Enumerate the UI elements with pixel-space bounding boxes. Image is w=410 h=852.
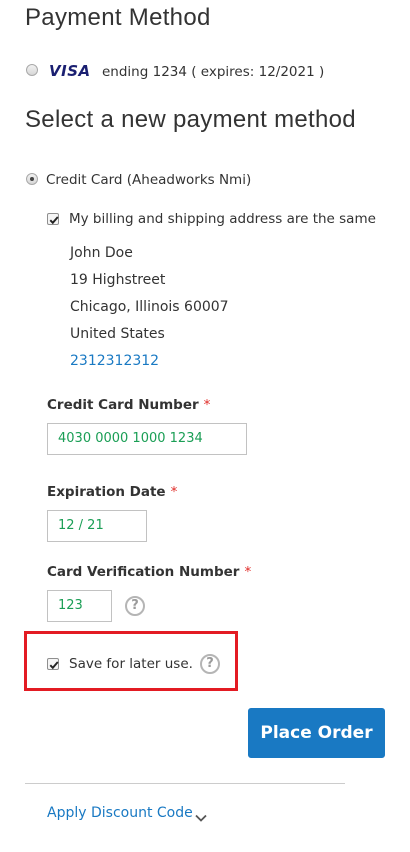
save-for-later-label[interactable]: Save for later use.	[69, 656, 193, 672]
address-phone-link[interactable]: 2312312312	[70, 353, 159, 369]
saved-card-details: ending 1234 ( expires: 12/2021 )	[102, 64, 325, 80]
chevron-down-icon[interactable]	[194, 808, 208, 822]
cc-number-label: Credit Card Number *	[47, 397, 210, 413]
cvv-input[interactable]: 123	[47, 590, 112, 622]
credit-card-method-radio[interactable]	[26, 173, 38, 185]
credit-card-method-label[interactable]: Credit Card (Aheadworks Nmi)	[46, 172, 251, 188]
address-name: John Doe	[70, 245, 133, 261]
checkmark-icon	[49, 661, 59, 670]
payment-method-heading: Payment Method	[25, 4, 211, 31]
expiration-label-text: Expiration Date	[47, 484, 166, 500]
checkmark-icon	[49, 216, 59, 225]
save-for-later-help-icon[interactable]: ?	[200, 654, 220, 674]
cvv-help-icon[interactable]: ?	[125, 596, 145, 616]
cc-number-input[interactable]: 4030 0000 1000 1234	[47, 423, 247, 455]
cvv-label-text: Card Verification Number	[47, 564, 240, 580]
visa-logo-icon: VISA	[49, 62, 91, 80]
place-order-button[interactable]: Place Order	[248, 708, 385, 758]
save-for-later-checkbox[interactable]	[47, 658, 59, 670]
address-city: Chicago, Illinois 60007	[70, 299, 229, 315]
same-address-checkbox[interactable]	[47, 213, 59, 225]
cc-number-label-text: Credit Card Number	[47, 397, 199, 413]
section-divider	[25, 783, 345, 784]
same-address-label[interactable]: My billing and shipping address are the …	[69, 211, 376, 227]
saved-card-radio[interactable]	[26, 64, 38, 76]
cvv-label: Card Verification Number *	[47, 564, 251, 580]
apply-discount-toggle[interactable]: Apply Discount Code	[47, 805, 193, 821]
address-country: United States	[70, 326, 165, 342]
expiration-input[interactable]: 12 / 21	[47, 510, 147, 542]
required-asterisk: *	[244, 564, 252, 580]
new-payment-heading: Select a new payment method	[25, 106, 356, 133]
address-street: 19 Highstreet	[70, 272, 166, 288]
expiration-label: Expiration Date *	[47, 484, 177, 500]
required-asterisk: *	[170, 484, 178, 500]
required-asterisk: *	[203, 397, 211, 413]
